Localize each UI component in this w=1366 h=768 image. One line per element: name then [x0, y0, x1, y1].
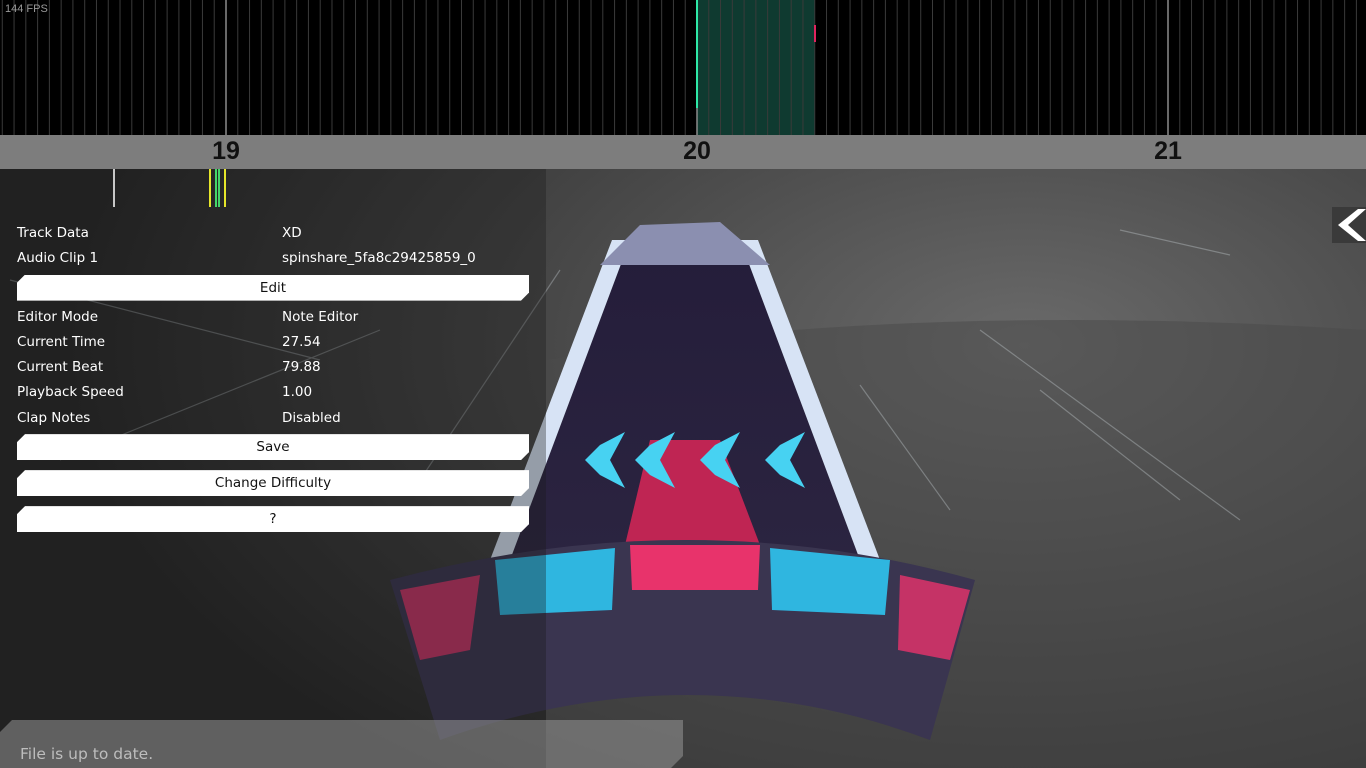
info-label: Audio Clip 1 [17, 250, 99, 267]
waveform-timeline[interactable]: 144 FPS [0, 0, 1366, 135]
info-row-current-beat: Current Beat 79.88 [17, 356, 529, 381]
timeline-grid [1, 0, 1357, 135]
note-markers [113, 169, 226, 207]
info-value: 1.00 [282, 384, 313, 401]
info-value: spinshare_5fa8c29425859_0 [282, 250, 476, 267]
info-row-track-data: Track Data XD [17, 222, 529, 247]
info-label: Editor Mode [17, 308, 99, 325]
info-row-clap-notes[interactable]: Clap Notes Disabled [17, 407, 529, 432]
save-button[interactable]: Save [17, 434, 529, 460]
beat-number: 20 [683, 137, 711, 165]
status-bar: File is up to date. [0, 720, 683, 768]
beat-number: 21 [1154, 137, 1182, 165]
info-value[interactable]: Disabled [282, 410, 341, 426]
fps-counter: 144 FPS [5, 3, 48, 15]
change-difficulty-button[interactable]: Change Difficulty [17, 470, 529, 496]
info-row-audio-clip: Audio Clip 1 spinshare_5fa8c29425859_0 [17, 247, 529, 272]
beat-number-bar: 19 20 21 [0, 135, 1366, 169]
info-label: Current Time [17, 333, 106, 350]
info-label: Track Data [17, 225, 89, 241]
chevron-left-icon [1338, 209, 1366, 241]
info-label: Playback Speed [17, 384, 124, 401]
info-row-current-time: Current Time 27.54 [17, 331, 529, 356]
info-value: 27.54 [282, 333, 321, 350]
collapse-panel-button[interactable] [1332, 207, 1366, 243]
info-value: XD [282, 225, 302, 241]
status-message: File is up to date. [20, 745, 154, 763]
info-value: Note Editor [282, 308, 359, 325]
help-button[interactable]: ? [17, 506, 529, 532]
editor-info-panel: Track Data XD Audio Clip 1 spinshare_5fa… [17, 222, 529, 532]
info-label: Clap Notes [17, 409, 91, 426]
info-label: Current Beat [17, 359, 104, 376]
info-row-editor-mode: Editor Mode Note Editor [17, 306, 529, 331]
info-row-playback-speed: Playback Speed 1.00 [17, 381, 529, 406]
info-value: 79.88 [282, 359, 321, 376]
edit-button[interactable]: Edit [17, 275, 529, 301]
beat-number: 19 [212, 137, 240, 165]
